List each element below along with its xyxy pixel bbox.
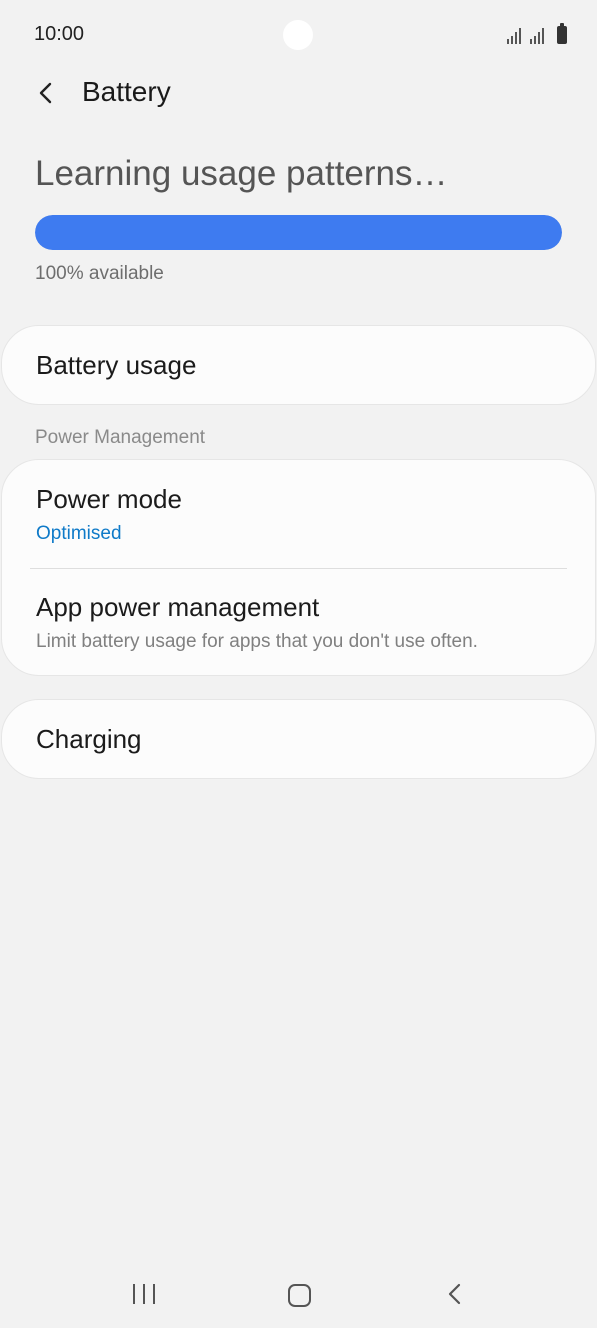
battery-available-text: 100% available bbox=[35, 263, 164, 284]
recent-apps-icon bbox=[133, 1284, 135, 1304]
section-header-power-management: Power Management bbox=[35, 427, 206, 448]
battery-usage-item[interactable]: Battery usage bbox=[1, 325, 596, 405]
power-mode-title: Power mode bbox=[36, 484, 182, 514]
back-icon bbox=[448, 1283, 461, 1305]
status-icons bbox=[507, 22, 567, 44]
header: Battery bbox=[0, 62, 597, 126]
battery-usage-title: Battery usage bbox=[36, 350, 197, 380]
app-power-management-title: App power management bbox=[36, 592, 320, 622]
status-bar: 10:00 bbox=[0, 0, 597, 70]
power-management-card: Power mode Optimised App power managemen… bbox=[1, 459, 596, 676]
charging-item[interactable]: Charging bbox=[1, 699, 596, 779]
app-power-management-subtitle: Limit battery usage for apps that you do… bbox=[36, 631, 478, 652]
back-button[interactable] bbox=[30, 76, 64, 110]
recent-apps-button[interactable] bbox=[133, 1284, 155, 1306]
chevron-left-icon bbox=[39, 82, 52, 104]
battery-icon bbox=[557, 23, 567, 44]
battery-level-fill bbox=[35, 215, 562, 250]
power-mode-item[interactable]: Power mode Optimised bbox=[2, 460, 595, 568]
app-power-management-item[interactable]: App power management Limit battery usage… bbox=[2, 569, 595, 676]
nav-back-button[interactable] bbox=[444, 1282, 466, 1306]
status-time: 10:00 bbox=[34, 23, 85, 45]
charging-title: Charging bbox=[36, 724, 142, 754]
signal-icon bbox=[530, 28, 544, 44]
battery-status-text: Learning usage patterns… bbox=[35, 154, 448, 193]
battery-level-bar bbox=[35, 215, 562, 250]
navigation-bar bbox=[0, 1260, 597, 1328]
home-button[interactable] bbox=[288, 1284, 311, 1307]
page-title: Battery bbox=[82, 76, 171, 107]
signal-icon bbox=[507, 28, 521, 44]
power-mode-value: Optimised bbox=[36, 523, 122, 544]
camera-cutout bbox=[283, 20, 313, 50]
